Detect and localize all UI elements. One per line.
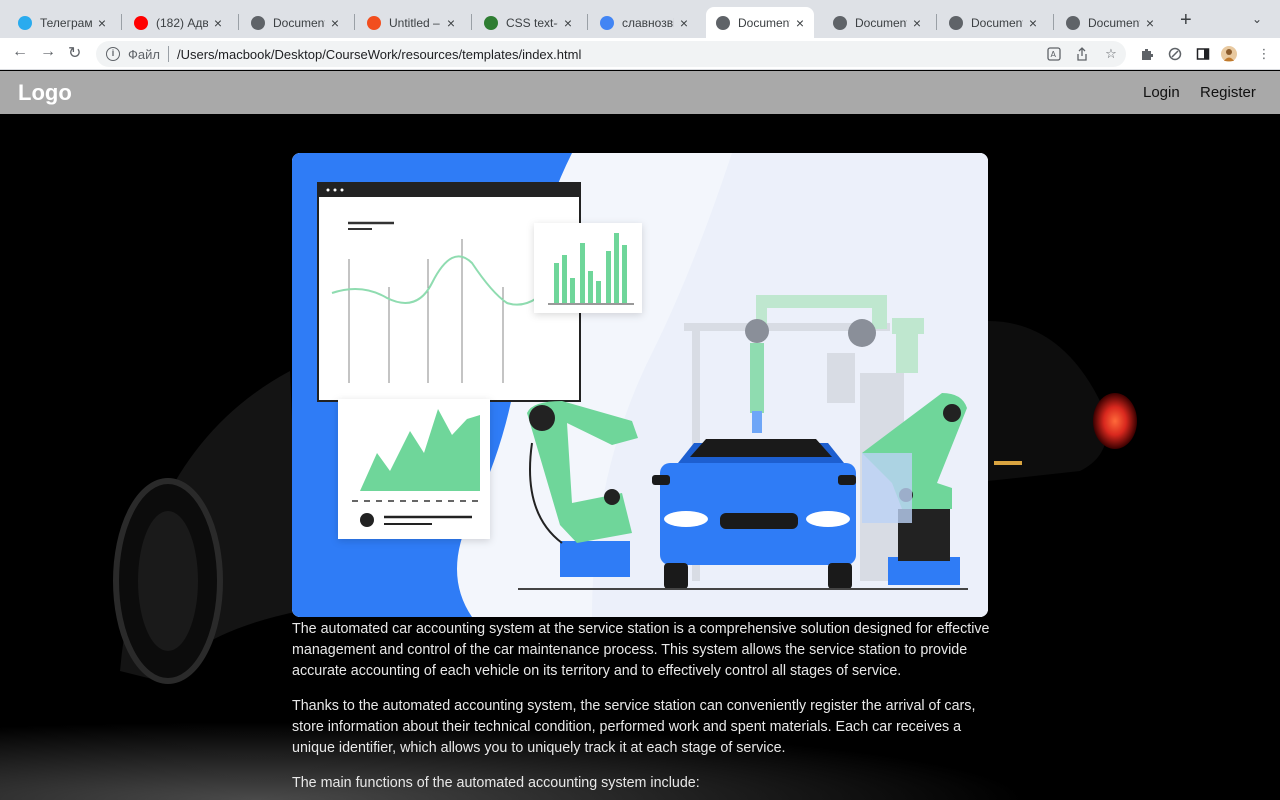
login-link[interactable]: Login: [1143, 84, 1180, 101]
tab-close-icon[interactable]: ×: [913, 15, 921, 31]
tab-title: Document: [738, 15, 790, 30]
tab-close-icon[interactable]: ×: [447, 15, 455, 31]
tab-close-icon[interactable]: ×: [1146, 15, 1154, 31]
tab-close-icon[interactable]: ×: [680, 15, 688, 31]
tab-title: Document: [855, 15, 907, 30]
svg-text:A: A: [1051, 50, 1057, 59]
tab-favicon-icon: [18, 15, 32, 30]
tab-close-icon[interactable]: ×: [98, 15, 106, 31]
paragraph-functions-heading: The main functions of the automated acco…: [292, 775, 700, 791]
tab-search-chevron-icon[interactable]: ⌄: [1252, 12, 1262, 26]
browser-toolbar: ← → ↻ i Файл /Users/macbook/Desktop/Cour…: [0, 38, 1280, 70]
tab-separator: [354, 14, 355, 30]
tab-favicon-icon: [716, 15, 730, 30]
browser-tab[interactable]: Document ×: [939, 7, 1047, 38]
forward-icon[interactable]: →: [40, 43, 56, 61]
article-content: The automated car accounting system at t…: [292, 619, 992, 800]
browser-tab[interactable]: Телеграм-б ×: [8, 7, 116, 38]
tab-favicon-icon: [600, 15, 614, 30]
tab-separator: [471, 14, 472, 30]
paragraph-features: Thanks to the automated accounting syste…: [292, 698, 976, 756]
menu-kebab-icon[interactable]: ⋮: [1256, 46, 1272, 62]
back-icon[interactable]: ←: [12, 43, 28, 61]
tab-favicon-icon: [833, 15, 847, 30]
url-scheme-label: Файл: [128, 46, 160, 62]
new-tab-button[interactable]: +: [1180, 9, 1192, 32]
profile-avatar-icon[interactable]: [1221, 46, 1237, 62]
tab-title: славнозвіс: [622, 15, 674, 30]
tab-close-icon[interactable]: ×: [1029, 15, 1037, 31]
browser-tab[interactable]: CSS text-de ×: [474, 7, 582, 38]
browser-tab[interactable]: Untitled – F ×: [357, 7, 465, 38]
register-link[interactable]: Register: [1200, 84, 1256, 101]
tab-title: Document: [1088, 15, 1140, 30]
browser-tab[interactable]: славнозвіс ×: [590, 7, 698, 38]
reload-icon[interactable]: ↻: [68, 43, 81, 63]
tab-title: Document: [273, 15, 325, 30]
divider: [167, 46, 169, 62]
tab-favicon-icon: [367, 15, 381, 30]
car-factory-illustration: [292, 153, 988, 617]
site-navbar: Logo Login Register: [0, 71, 1280, 114]
browser-tab[interactable]: Document ×: [823, 7, 931, 38]
tab-separator: [121, 14, 122, 30]
url-text[interactable]: /Users/macbook/Desktop/CourseWork/resour…: [177, 47, 581, 62]
tab-separator: [936, 14, 937, 30]
tab-close-icon[interactable]: ×: [796, 15, 804, 31]
tab-title: Телеграм-б: [40, 15, 92, 30]
tab-favicon-icon: [484, 15, 498, 30]
share-icon[interactable]: [1074, 46, 1090, 62]
paragraph-intro: The automated car accounting system at t…: [292, 621, 990, 679]
address-bar[interactable]: i Файл /Users/macbook/Desktop/CourseWork…: [96, 41, 1126, 67]
tab-separator: [1053, 14, 1054, 30]
tab-title: Document: [971, 15, 1023, 30]
tab-favicon-icon: [1066, 15, 1080, 30]
tab-favicon-icon: [251, 15, 265, 30]
tab-title: CSS text-de: [506, 15, 558, 30]
tab-close-icon[interactable]: ×: [331, 15, 339, 31]
tab-favicon-icon: [949, 15, 963, 30]
browser-tab[interactable]: Document ×: [241, 7, 349, 38]
tab-title: (182) Адвок: [156, 15, 208, 30]
browser-tab[interactable]: Document ×: [706, 7, 814, 38]
tab-separator: [238, 14, 239, 30]
tab-close-icon[interactable]: ×: [564, 15, 572, 31]
tab-title: Untitled – F: [389, 15, 441, 30]
translate-icon[interactable]: A: [1046, 46, 1062, 62]
site-logo[interactable]: Logo: [18, 80, 72, 106]
web-page: Logo Login Register The automated car ac…: [0, 71, 1280, 800]
browser-tab[interactable]: (182) Адвок ×: [124, 7, 232, 38]
info-icon[interactable]: i: [106, 47, 120, 61]
side-panel-icon[interactable]: [1195, 46, 1211, 62]
extension-leaf-icon[interactable]: [1167, 46, 1183, 62]
extensions-icon[interactable]: [1139, 46, 1155, 62]
browser-tab-strip: Телеграм-б×(182) Адвок×Document×Untitled…: [0, 0, 1280, 38]
tab-separator: [587, 14, 588, 30]
tab-favicon-icon: [134, 15, 148, 30]
browser-tab[interactable]: Document ×: [1056, 7, 1164, 38]
tab-close-icon[interactable]: ×: [214, 15, 222, 31]
bookmark-star-icon[interactable]: ☆: [1103, 46, 1119, 62]
